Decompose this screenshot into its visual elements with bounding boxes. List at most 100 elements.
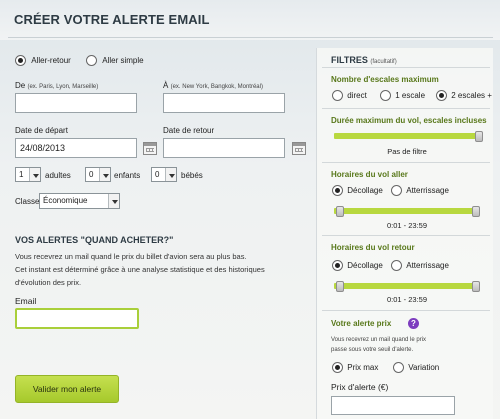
cabin-value: Économique [43,196,88,205]
babies-select[interactable]: 0 [151,167,177,182]
children-select[interactable]: 0 [85,167,111,182]
return-input[interactable] [163,138,285,158]
alert-price-field-label: Prix d'alerte (€) [331,382,389,392]
when-to-buy-title: VOS ALERTES "QUAND ACHETER?" [15,235,174,245]
return-label: Date de retour [163,126,215,135]
inbound-slider-handle-end[interactable] [472,281,480,292]
duration-title: Durée maximum du vol, escales incluses [331,116,487,125]
outbound-slider-handle-end[interactable] [472,206,480,217]
departure-input[interactable]: 24/08/2013 [15,138,137,158]
babies-value: 0 [155,170,160,179]
origin-value [16,94,136,102]
destination-input[interactable] [163,93,285,113]
alert-price-input[interactable] [331,396,455,415]
radio-direct[interactable] [332,90,343,101]
stops-one[interactable]: 1 escale [380,90,425,101]
destination-label: À (ex. New York, Bangkok, Montréal) [163,81,263,90]
inbound-landing[interactable]: Atterrissage [391,260,449,271]
cabin-label: Classe [15,197,40,206]
origin-label: De (ex. Paris, Lyon, Marseille) [15,81,98,90]
outbound-slider-handle-start[interactable] [336,206,344,217]
filters-heading: FILTRES (facultatif) [331,55,397,65]
when-to-buy-line-1: Vous recevrez un mail quand le prix du b… [15,252,247,261]
inbound-takeoff[interactable]: Décollage [332,260,383,271]
radio-outbound-landing[interactable] [391,185,402,196]
destination-value [164,94,284,102]
adults-select[interactable]: 1 [15,167,41,182]
email-field[interactable] [15,308,139,329]
when-to-buy-line-2: Cet instant est déterminé grâce à une an… [15,265,265,274]
destination-hint: (ex. New York, Bangkok, Montréal) [170,84,263,90]
outbound-landing-label: Atterrissage [406,185,449,195]
departure-label: Date de départ [15,126,68,135]
radio-variation[interactable] [393,362,404,373]
chevron-down-icon [99,168,110,181]
page-title: CRÉER VOTRE ALERTE EMAIL [14,12,210,27]
divider [322,235,490,236]
alert-price-variation[interactable]: Variation [393,362,439,373]
price-max-label: Prix max [347,362,379,372]
email-value [17,310,137,318]
radio-price-max[interactable] [332,362,343,373]
alert-price-line-1: Vous recevrez un mail quand le prix [331,337,427,343]
radio-inbound-takeoff[interactable] [332,260,343,271]
stops-title: Nombre d'escales maximum [331,75,439,84]
chevron-down-icon [108,194,119,208]
outbound-takeoff-label: Décollage [347,185,383,195]
origin-hint: (ex. Paris, Lyon, Marseille) [27,84,99,90]
babies-label: bébés [181,171,203,180]
chevron-down-icon [165,168,176,181]
outbound-takeoff[interactable]: Décollage [332,185,383,196]
calendar-icon[interactable] [143,142,157,155]
inbound-title: Horaires du vol retour [331,243,415,252]
chevron-down-icon [29,168,40,181]
inbound-range: 0:01 - 23:59 [386,295,428,304]
alert-price-max[interactable]: Prix max [332,362,378,373]
help-icon[interactable]: ? [408,318,419,329]
stops-one-label: 1 escale [395,90,426,100]
children-value: 0 [89,170,94,179]
origin-label-text: De [15,81,26,90]
inbound-slider-handle-start[interactable] [336,281,344,292]
filters-title: FILTRES [331,55,368,65]
adults-value: 1 [19,170,24,179]
when-to-buy-line-3: d'évolution des prix. [15,278,82,287]
outbound-slider-track[interactable] [334,208,480,214]
header-divider [8,37,493,38]
divider [322,108,490,109]
children-label: enfants [114,171,141,180]
stops-two-plus[interactable]: 2 escales + [436,90,492,101]
radio-one-stop[interactable] [380,90,391,101]
variation-label: Variation [408,362,440,372]
inbound-landing-label: Atterrissage [406,260,449,270]
stops-direct-label: direct [347,90,367,100]
filters-optional: (facultatif) [370,59,397,65]
stops-two-label: 2 escales + [451,90,492,100]
radio-two-stops[interactable] [436,90,447,101]
duration-slider-track[interactable] [334,133,480,139]
alert-price-line-2: passe sous votre seuil d'alerte. [331,347,414,353]
duration-slider-handle[interactable] [475,131,483,142]
cabin-select[interactable]: Économique [39,193,120,209]
radio-outbound-takeoff[interactable] [332,185,343,196]
origin-input[interactable] [15,93,137,113]
trip-type-round-trip[interactable]: Aller-retour [15,55,71,66]
trip-type-one-way[interactable]: Aller simple [86,55,144,66]
submit-alert-button[interactable]: Valider mon alerte [15,375,119,403]
calendar-icon[interactable] [292,142,306,155]
adults-label: adultes [45,171,71,180]
outbound-landing[interactable]: Atterrissage [391,185,449,196]
inbound-slider-track[interactable] [334,283,480,289]
departure-value: 24/08/2013 [20,143,66,153]
radio-inbound-landing[interactable] [391,260,402,271]
outbound-title: Horaires du vol aller [331,170,408,179]
email-label: Email [15,296,37,306]
alert-price-value [332,397,454,405]
divider [322,67,490,68]
stops-direct[interactable]: direct [332,90,367,101]
return-value [164,139,284,147]
inbound-takeoff-label: Décollage [347,260,383,270]
duration-value: Pas de filtre [387,147,427,156]
radio-one-way[interactable] [86,55,97,66]
radio-round-trip[interactable] [15,55,26,66]
